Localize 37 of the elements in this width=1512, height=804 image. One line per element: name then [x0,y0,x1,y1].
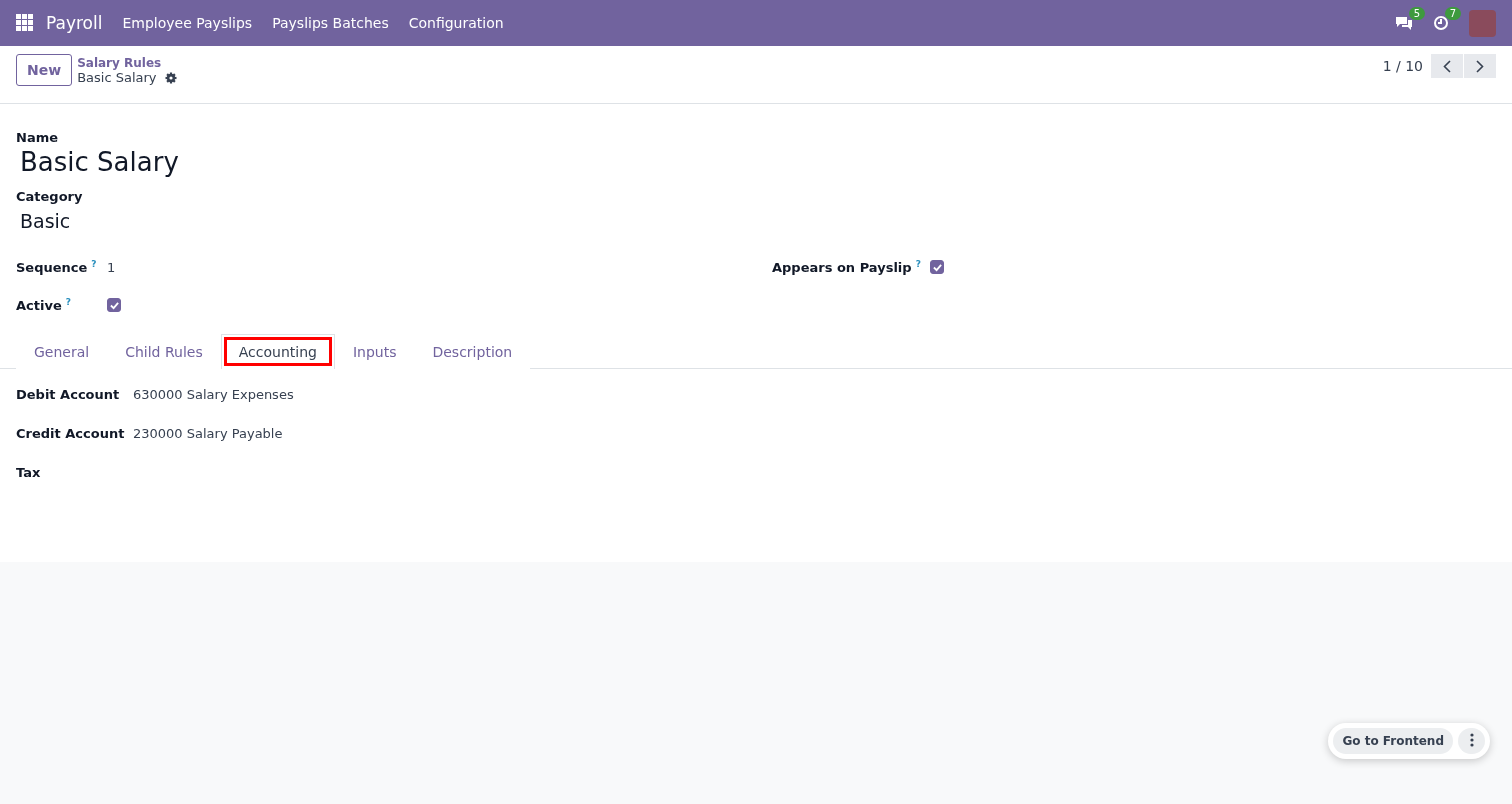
more-button[interactable] [1458,728,1485,754]
app-title[interactable]: Payroll [46,13,103,33]
gear-icon[interactable] [164,71,177,84]
record-title: Basic Salary [77,70,157,85]
field-label: Sequence $^{?}$ [16,258,98,276]
menu-item[interactable]: Payslips Batches [272,15,389,31]
menu-item[interactable]: Configuration [408,15,504,31]
chevron-left-icon [1443,59,1451,73]
new-button[interactable]: New [16,54,73,86]
field-label: Appears on Payslip $^{?}$ [772,258,922,276]
sequence-field[interactable]: 1 [107,259,116,275]
category-field[interactable]: Basic [20,210,1496,232]
apps-grid-icon[interactable] [16,14,34,32]
checkbox[interactable] [930,260,944,274]
activity-count-badge: 7 [1444,7,1461,20]
previous-button[interactable] [1431,54,1463,78]
checkbox[interactable] [107,298,121,312]
go-to-frontend-button[interactable]: Go to Frontend [1333,728,1453,754]
field-label: Debit Account [16,387,121,402]
clock-icon[interactable] [1433,15,1449,31]
kebab-menu-icon [1469,732,1474,747]
chevron-right-icon [1476,59,1484,73]
pager-value: 1 / 10 [1382,58,1423,74]
field-label: Credit Account [16,426,126,441]
field-label: Category [16,189,84,204]
field-label: Active $^{?}$ [16,296,72,314]
account-field[interactable]: 230000 Salary Payable [133,426,283,441]
name-field[interactable]: Basic Salary [20,147,1496,177]
message-count-badge: 5 [1408,7,1425,20]
next-button[interactable] [1464,54,1496,78]
breadcrumb-link[interactable]: Salary Rules [77,56,177,70]
tab[interactable]: Accounting [220,334,335,369]
chat-icon[interactable] [1395,15,1413,31]
field-label: Tax [16,465,42,480]
field-label: Name [16,130,59,145]
account-field[interactable]: 630000 Salary Expenses [133,387,294,402]
menu-item[interactable]: Employee Payslips [122,15,253,31]
